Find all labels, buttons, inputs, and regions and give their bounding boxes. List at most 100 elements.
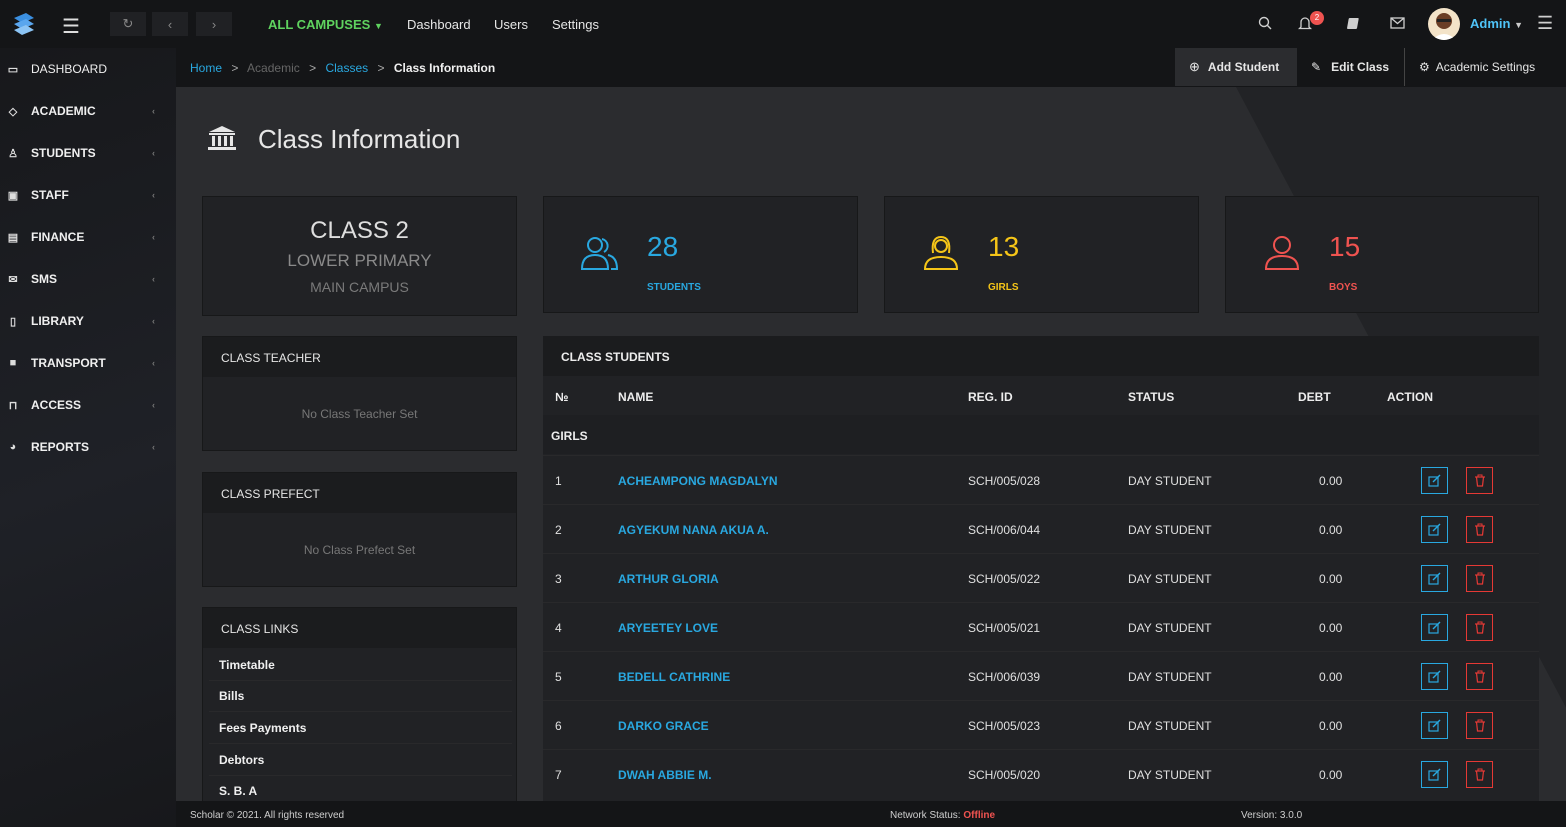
student-name-link[interactable]: BEDELL CATHRINE [618,670,730,684]
delete-student-button[interactable] [1466,712,1493,739]
edit-icon [1428,474,1441,487]
user-menu[interactable]: Admin ▼ [1470,16,1523,31]
edit-student-button[interactable] [1421,516,1448,543]
cell-status: DAY STUDENT [1128,768,1212,782]
edit-student-button[interactable] [1421,712,1448,739]
monitor-icon: ▭ [7,63,19,76]
gear-icon: ⚙ [1419,60,1430,74]
cell-debt: 0.00 [1319,621,1343,635]
link-sba[interactable]: S. B. A [219,784,257,798]
cell-status: DAY STUDENT [1128,474,1212,488]
students-count: 28 [647,231,679,262]
campus-selector[interactable]: ALL CAMPUSES ▼ [268,17,383,32]
chevron-left-icon: ‹ [152,442,155,452]
edit-student-button[interactable] [1421,467,1448,494]
back-arrow-icon[interactable]: ‹ [152,12,188,36]
chevron-left-icon: ‹ [152,148,155,158]
class-links-title: CLASS LINKS [203,608,516,648]
network-status: Network Status: Offline [890,810,995,821]
edit-student-button[interactable] [1421,663,1448,690]
edit-icon [1428,621,1441,634]
nav-link-users[interactable]: Users [494,17,528,32]
breadcrumb-separator: > [377,61,385,75]
students-label: STUDENTS [647,282,701,293]
sidebar-item-staff[interactable]: ▣ STAFF ‹ [0,174,176,216]
nav-link-settings[interactable]: Settings [552,17,599,32]
delete-student-button[interactable] [1466,761,1493,788]
trash-icon [1474,572,1485,585]
delete-student-button[interactable] [1466,565,1493,592]
cell-reg-id: SCH/005/021 [968,621,1041,635]
delete-student-button[interactable] [1466,467,1493,494]
breadcrumb-classes[interactable]: Classes [325,61,368,75]
sidebar-item-reports[interactable]: ◕ REPORTS ‹ [0,426,176,468]
sidebar-item-students[interactable]: ♙ STUDENTS ‹ [0,132,176,174]
refresh-icon[interactable]: ↻ [110,12,146,36]
nav-link-dashboard[interactable]: Dashboard [407,17,471,32]
delete-student-button[interactable] [1466,614,1493,641]
cell-debt: 0.00 [1319,523,1343,537]
sidebar-item-sms[interactable]: ✉ SMS ‹ [0,258,176,300]
breadcrumb-home[interactable]: Home [190,61,222,75]
student-name-link[interactable]: ACHEAMPONG MAGDALYN [618,474,778,488]
student-name-link[interactable]: DARKO GRACE [618,719,709,733]
link-timetable[interactable]: Timetable [219,658,275,672]
link-bills[interactable]: Bills [219,689,244,703]
app-logo-icon[interactable] [10,10,38,38]
sidebar-item-dashboard[interactable]: ▭ DASHBOARD [0,48,176,90]
cell-debt: 0.00 [1319,719,1343,733]
student-name-link[interactable]: DWAH ABBIE M. [618,768,712,782]
student-name-link[interactable]: AGYEKUM NANA AKUA A. [618,523,769,537]
campus-selector-label: ALL CAMPUSES [268,17,371,32]
edit-class-button[interactable]: ✎ Edit Class [1297,48,1404,86]
column-header-debt: DEBT [1298,390,1331,404]
divider [209,775,512,776]
edit-icon [1428,719,1441,732]
menu-toggle-icon[interactable]: ☰ [62,14,80,39]
sidebar-item-academic[interactable]: ◇ ACADEMIC ‹ [0,90,176,132]
users-icon [580,237,619,270]
student-name-link[interactable]: ARTHUR GLORIA [618,572,719,586]
cell-status: DAY STUDENT [1128,572,1212,586]
cell-no: 5 [555,670,562,684]
book-icon[interactable] [1347,17,1361,30]
link-fees-payments[interactable]: Fees Payments [219,721,306,735]
footer-copyright: Scholar © 2021. All rights reserved [190,810,345,821]
divider [209,680,512,681]
trash-icon [1474,474,1485,487]
forward-arrow-icon[interactable]: › [196,12,232,36]
stat-card-girls: 13 GIRLS [884,196,1199,313]
chevron-down-icon: ▼ [373,21,383,31]
sidebar-item-transport[interactable]: ■ TRANSPORT ‹ [0,342,176,384]
hamburger-menu-icon[interactable]: ☰ [1537,13,1553,34]
boys-count: 15 [1329,231,1361,262]
edit-icon [1428,768,1441,781]
delete-student-button[interactable] [1466,663,1493,690]
search-icon[interactable] [1258,16,1272,30]
cell-reg-id: SCH/005/020 [968,768,1041,782]
edit-student-button[interactable] [1421,761,1448,788]
student-name-link[interactable]: ARYEETEY LOVE [618,621,718,635]
bank-icon [208,126,236,150]
lock-icon: ⊓ [8,399,18,412]
sidebar-item-library[interactable]: ▯ LIBRARY ‹ [0,300,176,342]
chevron-left-icon: ‹ [152,400,155,410]
edit-student-button[interactable] [1421,565,1448,592]
delete-student-button[interactable] [1466,516,1493,543]
chevron-down-icon: ▼ [1514,20,1523,30]
sidebar-item-access[interactable]: ⊓ ACCESS ‹ [0,384,176,426]
mail-icon[interactable] [1390,17,1405,29]
user-avatar[interactable] [1428,8,1460,40]
edit-student-button[interactable] [1421,614,1448,641]
class-teacher-panel: CLASS TEACHER No Class Teacher Set [202,336,517,451]
academic-settings-button[interactable]: ⚙ Academic Settings [1405,48,1555,86]
sidebar: ▭ DASHBOARD ◇ ACADEMIC ‹ ♙ STUDENTS ‹ ▣ STAFF ‹… [0,48,176,827]
sidebar-item-label: STAFF [31,188,69,202]
add-student-button[interactable]: ⊕ Add Student [1175,48,1297,86]
edit-icon: ✎ [1311,60,1322,74]
link-debtors[interactable]: Debtors [219,753,264,767]
sidebar-item-finance[interactable]: ▤ FINANCE ‹ [0,216,176,258]
breadcrumb-current: Class Information [393,61,496,75]
table-row: 7 DWAH ABBIE M. SCH/005/020 DAY STUDENT 0.00 [543,749,1539,798]
sidebar-item-label: LIBRARY [31,314,84,328]
